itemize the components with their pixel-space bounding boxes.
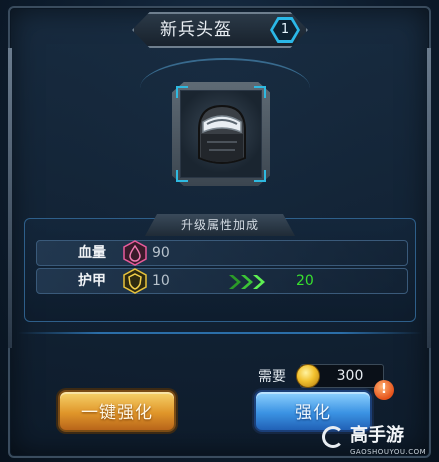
- frame-corner: [176, 86, 188, 98]
- divider: [18, 332, 422, 334]
- helmet-icon: [198, 104, 246, 164]
- gold-coin-icon: [296, 364, 320, 388]
- frame-corner: [254, 170, 266, 182]
- alert-badge: !: [374, 380, 394, 400]
- frame-corner: [254, 86, 266, 98]
- attribute-header: 升级属性加成: [145, 214, 295, 236]
- attribute-value-armor: 10: [152, 273, 170, 289]
- shield-icon: [123, 268, 147, 294]
- attribute-label-hp: 血量: [78, 245, 106, 261]
- watermark-logo-icon: [322, 426, 344, 448]
- one-click-strengthen-button[interactable]: 一键强化: [58, 390, 176, 432]
- upgrade-arrows-icon: [229, 275, 265, 289]
- item-title: 新兵头盔: [160, 20, 232, 40]
- attribute-label-armor: 护甲: [78, 273, 106, 289]
- attribute-next-armor: 20: [296, 273, 314, 289]
- watermark-name: 高手游: [350, 425, 404, 446]
- frame-corner: [176, 170, 188, 182]
- blood-drop-icon: [123, 240, 147, 266]
- cost-label: 需要: [258, 369, 286, 385]
- cost-value: 300: [336, 368, 364, 384]
- watermark-url: GAOSHOUYOU.COM: [350, 448, 427, 456]
- attribute-value-hp: 90: [152, 245, 170, 261]
- watermark: 高手游 GAOSHOUYOU.COM: [322, 424, 438, 460]
